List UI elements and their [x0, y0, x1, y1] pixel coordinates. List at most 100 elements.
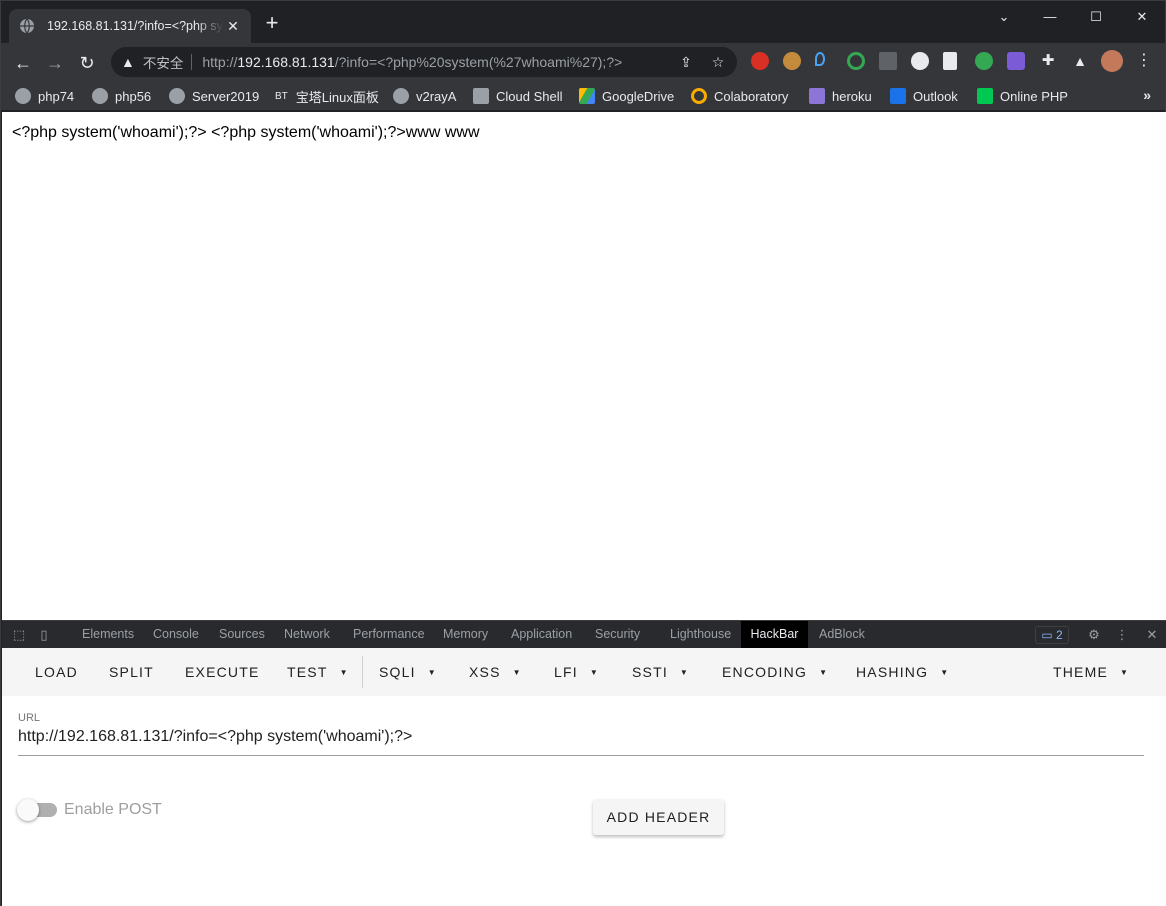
issues-count: 2: [1056, 628, 1063, 642]
inspect-cursor-icon[interactable]: ⬚: [11, 627, 27, 643]
menu-dots-icon[interactable]: ⋮: [1135, 52, 1153, 70]
back-arrow-icon[interactable]: ←: [9, 49, 37, 77]
browser-tab[interactable]: 192.168.81.131/?info=<?php system('whoam…: [9, 9, 251, 43]
adblock-extension-icon[interactable]: [751, 52, 769, 70]
hashing-menu[interactable]: HASHING ▼: [856, 648, 949, 696]
bookmark-item[interactable]: BT 宝塔Linux面板: [275, 86, 379, 106]
chevron-double-right-icon[interactable]: »: [1143, 87, 1151, 103]
hackbar-menu: LOAD SPLIT EXECUTE TEST ▼ SQLI ▼ XSS ▼ LFI ▼…: [2, 648, 1166, 696]
bookmarks-bar: php74 php56 Server2019 BT 宝塔Linux面板 v2ray…: [1, 81, 1165, 111]
chevron-down-icon[interactable]: ⌄: [981, 5, 1027, 29]
arrow-extension-icon[interactable]: [879, 52, 897, 70]
tab-strip: 192.168.81.131/?info=<?php system('whoam…: [1, 1, 1165, 43]
bookmark-item[interactable]: php56: [92, 86, 151, 106]
location-extension-icon[interactable]: [815, 52, 825, 66]
tab-application[interactable]: Application: [505, 621, 578, 648]
google-drive-icon: [579, 88, 595, 104]
url-host: 192.168.81.131: [237, 54, 335, 70]
share-icon[interactable]: ⇪: [677, 53, 695, 71]
caret-down-icon: ▼: [427, 668, 437, 678]
tab-adblock[interactable]: AdBlock: [813, 621, 871, 648]
url-text[interactable]: http://192.168.81.131/?info=<?php%20syst…: [202, 54, 672, 70]
execute-button[interactable]: EXECUTE: [185, 648, 260, 696]
bookmark-item[interactable]: Outlook: [890, 86, 958, 106]
new-tab-button[interactable]: +: [261, 12, 283, 35]
sqli-menu[interactable]: SQLI ▼: [379, 648, 437, 696]
bookmark-item[interactable]: heroku: [809, 86, 872, 106]
bookmark-item[interactable]: GoogleDrive: [579, 86, 674, 106]
document-extension-icon[interactable]: [943, 52, 957, 70]
caret-down-icon: ▼: [819, 668, 829, 678]
cloud-shell-icon: [473, 88, 489, 104]
minimize-button[interactable]: —: [1027, 5, 1073, 29]
star-icon[interactable]: ☆: [709, 53, 727, 71]
tab-sources[interactable]: Sources: [213, 621, 271, 648]
tab-memory[interactable]: Memory: [437, 621, 494, 648]
toggle-thumb[interactable]: [17, 799, 39, 821]
lfi-menu[interactable]: LFI ▼: [554, 648, 599, 696]
tab-elements[interactable]: Elements: [76, 621, 140, 648]
avatar[interactable]: [1101, 50, 1123, 72]
load-button[interactable]: LOAD: [35, 648, 78, 696]
tab-network[interactable]: Network: [278, 621, 336, 648]
xss-menu[interactable]: XSS ▼: [469, 648, 522, 696]
bt-icon: BT: [275, 90, 288, 102]
caret-down-icon: ▼: [589, 668, 599, 678]
encoding-menu[interactable]: ENCODING ▼: [722, 648, 828, 696]
tab-performance[interactable]: Performance: [347, 621, 431, 648]
security-label[interactable]: 不安全: [143, 52, 184, 72]
tab-close-icon[interactable]: ✕: [225, 18, 241, 34]
ring-extension-icon[interactable]: [847, 52, 865, 70]
chat-icon: ▭: [1041, 628, 1053, 642]
bookmark-item[interactable]: v2rayA: [393, 86, 456, 106]
add-header-button[interactable]: ADD HEADER: [593, 799, 724, 835]
split-button[interactable]: SPLIT: [109, 648, 154, 696]
tab-title: 192.168.81.131/?info=<?php system('whoam…: [47, 19, 223, 33]
url-field-underline: [18, 755, 1144, 756]
url-scheme: http://: [202, 54, 238, 70]
browser-toolbar: ← → ↻ ▲ 不安全 http://192.168.81.131/?info=…: [1, 43, 1165, 81]
tab-lighthouse[interactable]: Lighthouse: [664, 621, 737, 648]
globe-icon: [393, 88, 409, 104]
bookmark-item[interactable]: Online PHP: [977, 86, 1068, 106]
devtools-tabbar: ⬚ ▯ Elements Console Sources Network Per…: [2, 620, 1166, 648]
url-field-label: URL: [18, 712, 41, 724]
bookmark-item[interactable]: php74: [15, 86, 74, 106]
tab-console[interactable]: Console: [147, 621, 205, 648]
forward-arrow-icon[interactable]: →: [41, 49, 69, 77]
caret-down-icon: ▼: [940, 668, 950, 678]
globe-icon: [169, 88, 185, 104]
ssti-menu[interactable]: SSTI ▼: [632, 648, 689, 696]
device-toolbar-icon[interactable]: ▯: [36, 627, 52, 643]
flask-icon[interactable]: ▲: [1071, 52, 1089, 70]
issues-badge[interactable]: ▭ 2: [1035, 626, 1069, 644]
gear-icon[interactable]: ⚙: [1086, 627, 1102, 643]
url-field[interactable]: http://192.168.81.131/?info=<?php system…: [18, 728, 412, 746]
tab-security[interactable]: Security: [589, 621, 646, 648]
gear-extension-icon[interactable]: [975, 52, 993, 70]
maximize-button[interactable]: ☐: [1073, 5, 1119, 29]
caret-down-icon: ▼: [1120, 668, 1130, 678]
bookmark-item[interactable]: Cloud Shell: [473, 86, 563, 106]
puzzle-icon[interactable]: ✚: [1039, 52, 1057, 70]
warning-icon[interactable]: ▲: [121, 54, 135, 70]
badge-extension-icon[interactable]: [1007, 52, 1025, 70]
close-window-button[interactable]: ✕: [1119, 5, 1165, 29]
bookmark-item[interactable]: Server2019: [169, 86, 259, 106]
page-viewport: <?php system('whoami');?> <?php system('…: [2, 112, 1166, 620]
address-bar[interactable]: ▲ 不安全 http://192.168.81.131/?info=<?php%…: [111, 47, 737, 77]
tab-hackbar[interactable]: HackBar: [741, 621, 808, 648]
theme-menu[interactable]: THEME ▼: [1053, 648, 1129, 696]
close-icon[interactable]: ✕: [1144, 627, 1160, 643]
reload-icon[interactable]: ↻: [73, 49, 101, 77]
bookmark-item[interactable]: Colaboratory: [691, 86, 788, 106]
cloud-extension-icon[interactable]: [911, 52, 929, 70]
globe-icon: [20, 18, 34, 34]
cookie-extension-icon[interactable]: [783, 52, 801, 70]
url-path: /?info=<?php%20system(%27whoami%27);?>: [334, 54, 623, 70]
more-vertical-icon[interactable]: ⋮: [1114, 627, 1130, 643]
colab-icon: [691, 88, 707, 104]
test-menu[interactable]: TEST ▼: [287, 648, 349, 696]
outlook-icon: [890, 88, 906, 104]
page-body-text: <?php system('whoami');?> <?php system('…: [12, 124, 480, 141]
